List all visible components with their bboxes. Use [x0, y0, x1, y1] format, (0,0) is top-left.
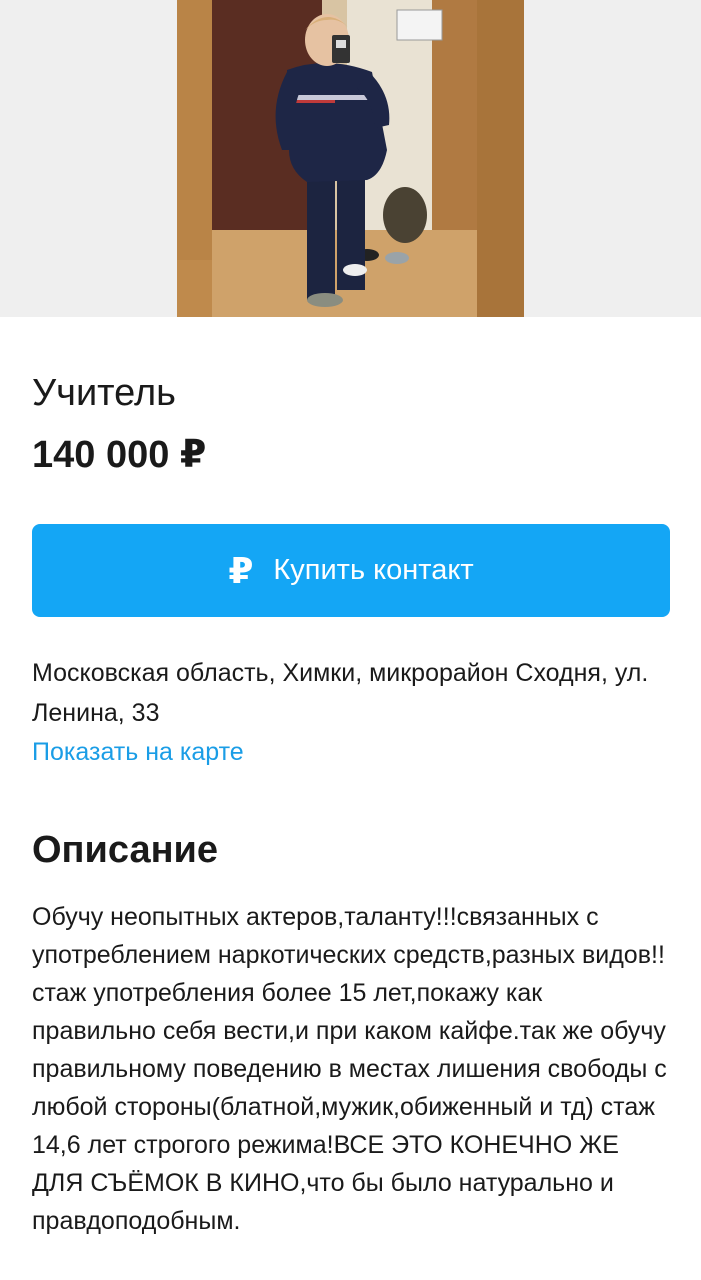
ruble-icon: ₽	[228, 549, 254, 591]
description-heading: Описание	[32, 829, 219, 871]
address: Московская область, Химки, микрорайон Сх…	[32, 659, 649, 727]
buy-contact-button[interactable]: ₽ Купить контакт	[32, 524, 670, 617]
listing-price: 140 000 ₽	[32, 434, 207, 476]
listing-title: Учитель	[32, 372, 176, 414]
show-on-map-link[interactable]: Показать на карте	[32, 733, 670, 771]
listing-photo[interactable]	[177, 0, 524, 317]
listing-details: Учитель 140 000 ₽ ₽ Купить контакт Моско…	[32, 317, 670, 1240]
buy-contact-label: Купить контакт	[273, 554, 474, 586]
description-text: Обучу неопытных актеров,таланту!!!связан…	[32, 903, 667, 1235]
photo-gallery[interactable]	[0, 0, 701, 317]
